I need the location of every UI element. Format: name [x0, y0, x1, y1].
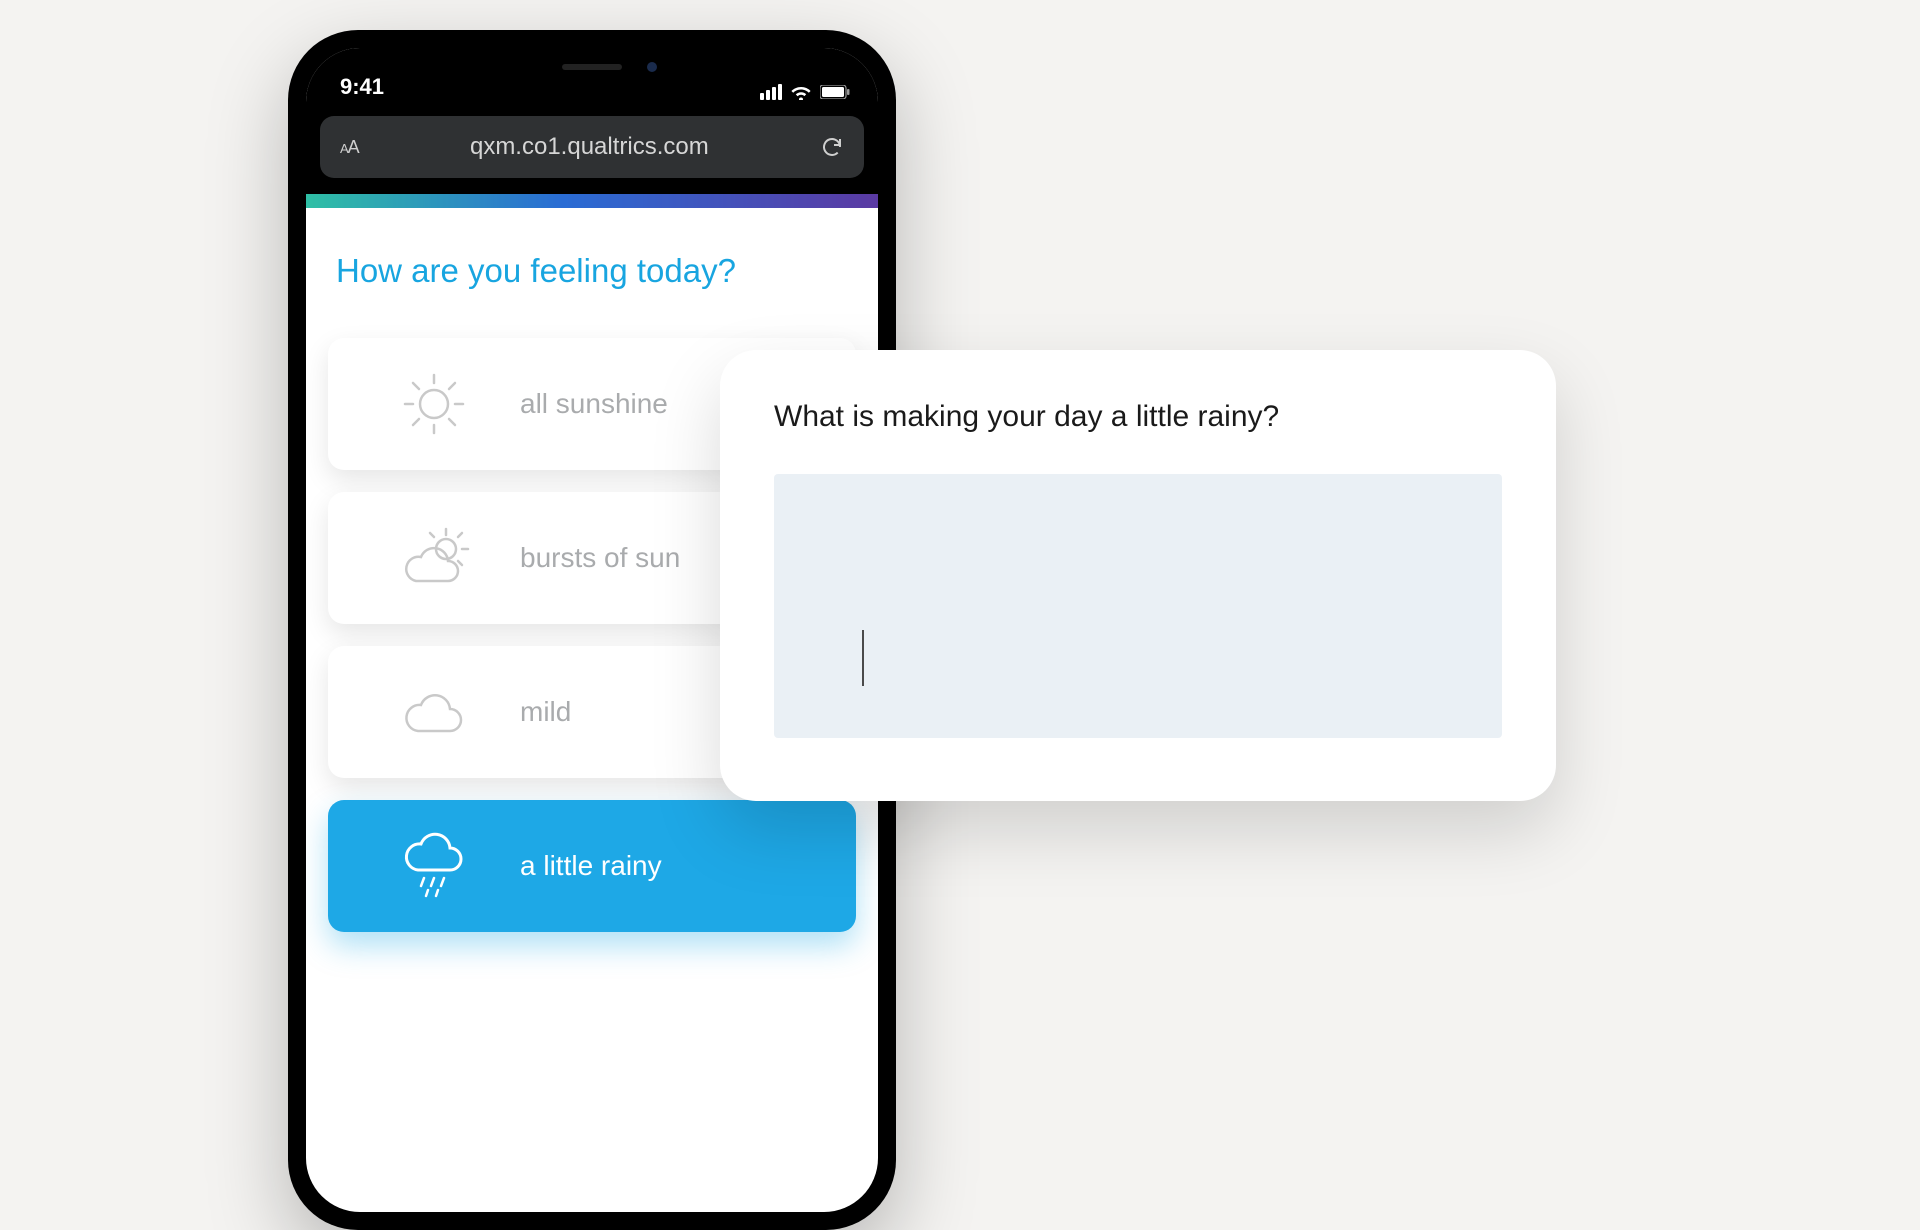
url-text: qxm.co1.qualtrics.com: [470, 133, 709, 161]
option-a-little-rainy[interactable]: a little rainy: [328, 800, 856, 932]
text-caret: [862, 630, 864, 686]
sun-icon: [388, 369, 480, 439]
option-label: bursts of sun: [520, 542, 680, 574]
text-size-button[interactable]: AA: [340, 137, 359, 158]
option-label: a little rainy: [520, 850, 662, 882]
followup-popup: What is making your day a little rainy?: [720, 350, 1556, 801]
option-label: all sunshine: [520, 388, 668, 420]
reload-icon[interactable]: [820, 135, 844, 159]
question-title: How are you feeling today?: [328, 252, 856, 290]
address-bar[interactable]: AA qxm.co1.qualtrics.com: [320, 116, 864, 178]
phone-notch: [467, 48, 717, 86]
popup-question: What is making your day a little rainy?: [774, 400, 1502, 434]
cloud-icon: [388, 687, 480, 737]
battery-icon: [820, 85, 850, 99]
popup-text-input[interactable]: [774, 474, 1502, 738]
sun-cloud-icon: [388, 525, 480, 591]
wifi-icon: [790, 84, 812, 100]
rain-icon: [388, 830, 480, 902]
browser-chrome: AA qxm.co1.qualtrics.com: [306, 106, 878, 194]
cellular-signal-icon: [760, 84, 782, 100]
progress-gradient: [306, 194, 878, 208]
option-label: mild: [520, 696, 571, 728]
status-time: 9:41: [340, 74, 384, 100]
